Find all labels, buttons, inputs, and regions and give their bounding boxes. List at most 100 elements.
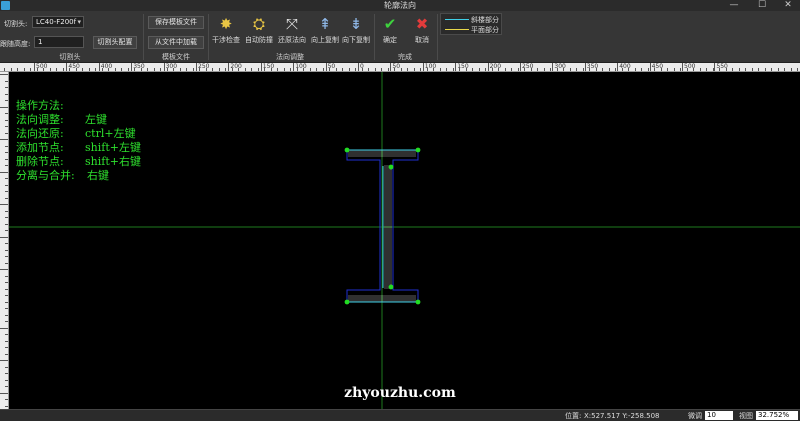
ruler-tick — [5, 353, 8, 355]
ruler-tick — [342, 68, 343, 71]
load-template-button[interactable]: 从文件中加载 — [148, 36, 204, 49]
ruler-tick — [771, 68, 772, 71]
ruler-tick — [738, 68, 740, 71]
title-bar: 轮廓法向 — ☐ ✕ — [0, 0, 800, 11]
tool-copy-down[interactable]: ⇟ 向下复制 — [340, 13, 372, 51]
profile-node — [344, 147, 350, 153]
ruler-tick — [439, 68, 441, 71]
ruler-tick — [5, 100, 8, 101]
ruler-tick — [732, 68, 733, 71]
close-button[interactable]: ✕ — [778, 0, 798, 11]
ruler-tick — [121, 68, 122, 71]
ruler-tick — [485, 68, 486, 71]
tool-label: 还原法向 — [278, 36, 306, 44]
ruler-tick — [790, 68, 792, 71]
ruler-tick — [5, 197, 8, 199]
ruler-tick — [634, 68, 636, 71]
tool-restore-normal[interactable]: ⤧ 还原法向 — [276, 13, 308, 51]
checkmark-icon: ✔ — [383, 15, 397, 33]
view-label: 视图 — [739, 412, 753, 420]
profile-node — [344, 299, 350, 305]
ruler-tick — [5, 275, 8, 277]
restore-normal-icon: ⤧ — [285, 15, 298, 33]
ruler-tick — [179, 68, 181, 71]
ruler-tick — [56, 68, 57, 71]
ruler-tick — [0, 236, 8, 238]
cutter-config-button[interactable]: 切割头配置 — [93, 36, 137, 49]
cutter-head-select[interactable]: LC40-F200f ▾ — [32, 16, 84, 28]
ruler-tick — [192, 68, 194, 71]
ruler-major-tick — [325, 63, 327, 71]
ruler-tick — [5, 126, 8, 127]
zoom-select[interactable]: 32.752% — [756, 411, 798, 420]
legend-item: 斜楼部分 — [443, 15, 501, 24]
ruler-label: 200 — [230, 63, 242, 70]
tool-label: 干涉检查 — [212, 36, 240, 44]
ruler-tick — [283, 68, 285, 71]
ruler-label: 400 — [619, 63, 631, 70]
instructions-panel: 操作方法: 法向调整: 左键 法向还原: ctrl+左键 添加节点: shift+左键… — [16, 99, 141, 183]
tool-interference-check[interactable]: ✸ 干涉检查 — [210, 13, 242, 51]
ruler-tick — [5, 340, 8, 342]
window-title: 轮廓法向 — [384, 1, 416, 10]
ruler-tick — [5, 191, 8, 192]
ruler-tick — [82, 68, 83, 71]
ruler-tick — [0, 74, 8, 75]
fine-tune-input[interactable]: 10 — [705, 411, 733, 420]
ruler-tick — [777, 68, 779, 71]
ruler-tick — [277, 68, 278, 71]
ruler-tick — [5, 113, 8, 114]
auto-anticollision-icon: ⛭ — [252, 15, 265, 33]
ruler-tick — [5, 119, 8, 121]
ruler-tick — [5, 308, 8, 309]
ruler-tick — [5, 230, 8, 231]
cancel-label: 取消 — [415, 36, 429, 44]
ruler-tick — [5, 282, 8, 283]
tool-copy-up[interactable]: ⇞ 向上复制 — [309, 13, 341, 51]
ruler-tick — [452, 68, 454, 71]
confirm-label: 确定 — [383, 36, 397, 44]
ruler-tick — [290, 68, 291, 71]
cancel-button[interactable]: ✖ 取消 — [408, 13, 436, 51]
ruler-tick — [608, 68, 610, 71]
fine-tune-label: 微调 — [688, 412, 702, 420]
ruler-tick — [5, 178, 8, 179]
ruler-tick — [764, 68, 766, 71]
i-beam-profile — [344, 147, 421, 305]
ruler-tick — [5, 314, 8, 316]
ruler-tick — [680, 68, 681, 71]
ruler-label: 350 — [586, 63, 599, 70]
ruler-tick — [472, 68, 473, 71]
tool-auto-anticollision[interactable]: ⛭ 自动防撞 — [243, 13, 275, 51]
maximize-button[interactable]: ☐ — [752, 0, 772, 11]
ruler-tick — [5, 145, 8, 147]
instruction-key: 法向还原: — [16, 127, 64, 140]
ruler-tick — [5, 223, 8, 225]
ruler-label: 100 — [424, 63, 437, 70]
ruler-tick — [5, 210, 8, 212]
ruler-tick — [5, 379, 8, 381]
save-template-button[interactable]: 保存模板文件 — [148, 16, 204, 29]
instruction-value: shift+左键 — [85, 141, 141, 154]
ruler-tick — [5, 301, 8, 303]
ruler-major-tick — [98, 63, 100, 71]
ruler-major-tick — [520, 63, 521, 71]
ruler-major-tick — [455, 63, 457, 71]
ruler-tick — [5, 288, 8, 290]
legend-label: 平面部分 — [471, 26, 499, 34]
ruler-tick — [5, 295, 8, 296]
ruler-tick — [407, 68, 408, 71]
instruction-row: 删除节点: shift+右键 — [16, 155, 141, 169]
follow-height-input[interactable]: 1 — [34, 36, 84, 48]
confirm-button[interactable]: ✔ 确定 — [376, 13, 404, 51]
ruler-tick — [5, 243, 8, 244]
close-icon: ✖ — [415, 15, 429, 33]
ruler-tick — [5, 87, 8, 88]
ruler-tick — [5, 165, 8, 166]
vertical-ruler — [0, 72, 9, 409]
ruler-tick — [5, 334, 8, 335]
ruler-tick — [17, 68, 18, 71]
ruler-major-tick — [584, 63, 586, 71]
status-bar: 位置: X:527.517 Y:-258.508 微调 10 视图 32.752… — [0, 409, 800, 421]
minimize-button[interactable]: — — [724, 0, 744, 11]
